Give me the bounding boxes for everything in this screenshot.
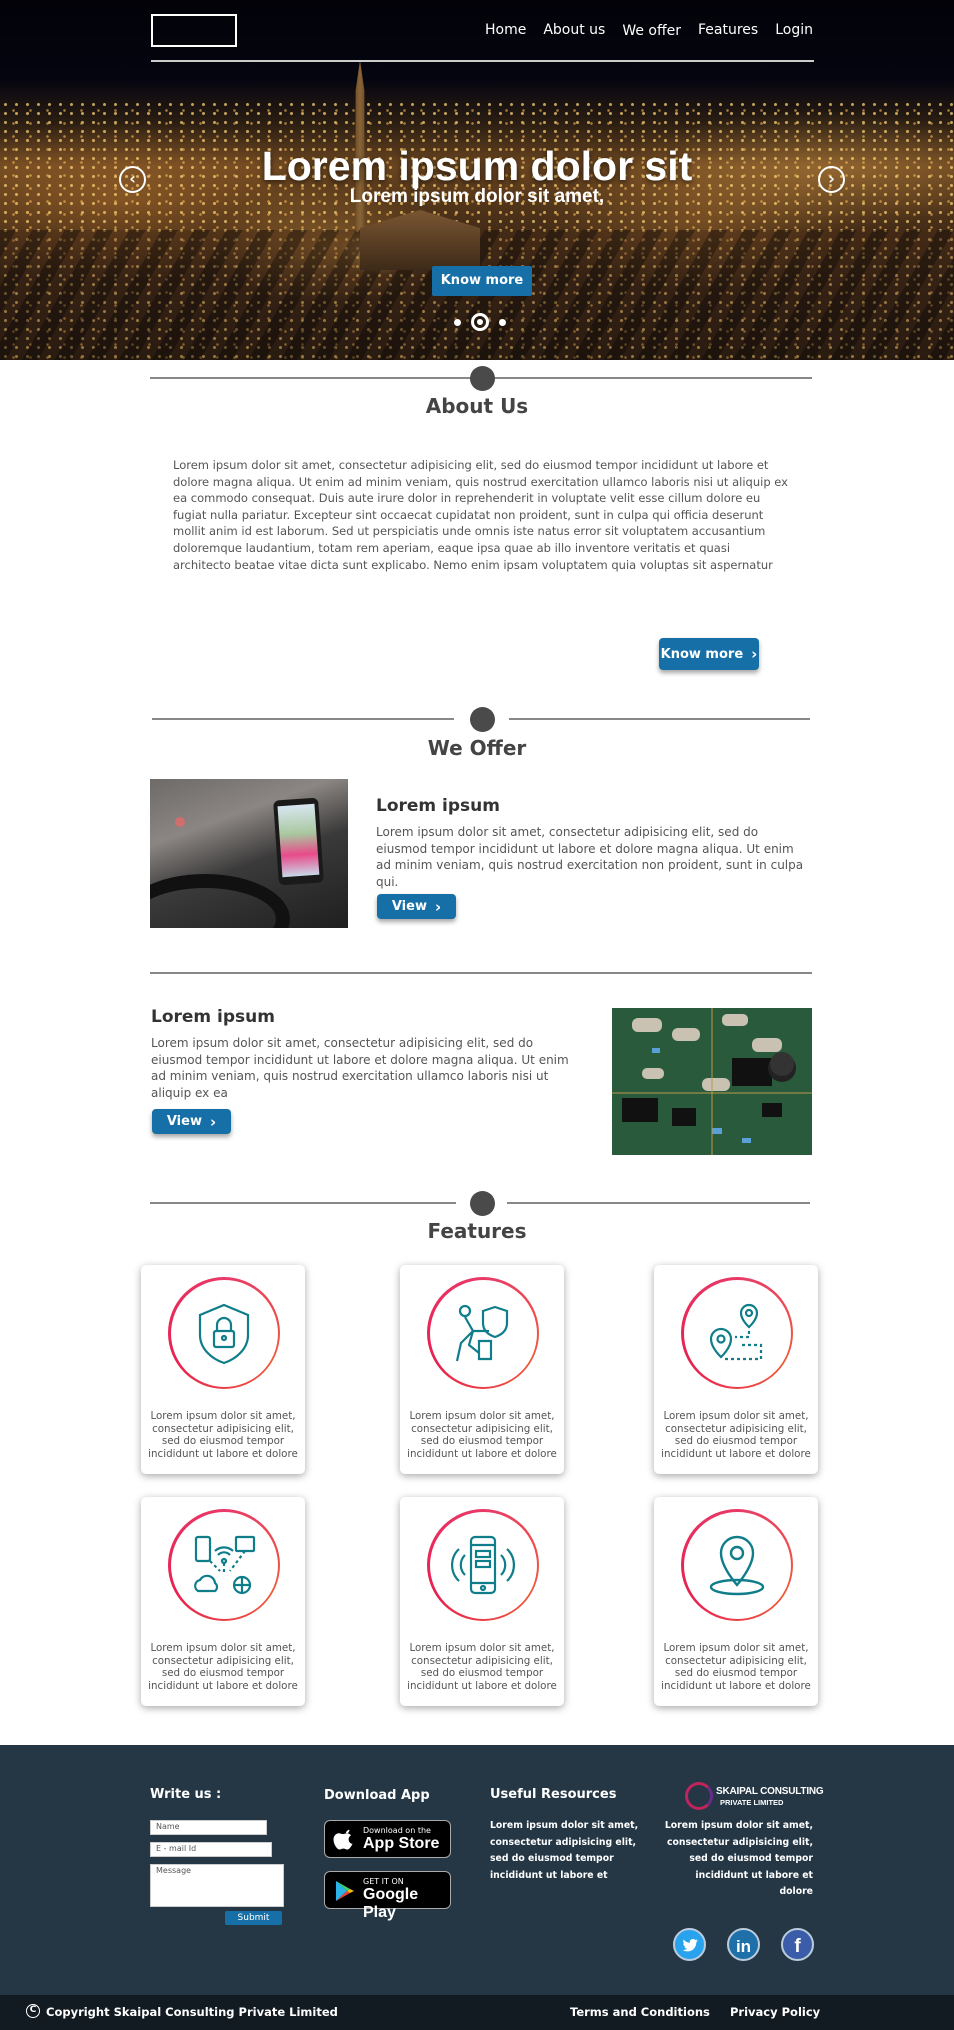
google-play-small-text: GET IT ON [363, 1877, 404, 1886]
nav-divider [151, 60, 814, 62]
steering-wheel [150, 874, 290, 928]
app-store-small-text: Download on the [363, 1826, 431, 1835]
copyright-text: Copyright Skaipal Consulting Private Lim… [46, 2005, 338, 2019]
route-pins-icon [709, 1303, 763, 1361]
about-know-more-label: Know more [660, 646, 744, 662]
twitter-icon[interactable] [673, 1928, 706, 1961]
slide-dot-1[interactable] [454, 318, 461, 326]
about-divider-dot [470, 366, 495, 391]
about-text: Lorem ipsum dolor sit amet, consectetur … [173, 458, 788, 572]
about-title: About Us [425, 394, 529, 418]
terms-link[interactable]: Terms and Conditions [570, 2005, 710, 2019]
nav-we-offer[interactable]: We offer [622, 23, 681, 39]
feature-icon-ring [168, 1509, 280, 1621]
offer-2-title: Lorem ipsum [151, 1007, 275, 1027]
nav-home[interactable]: Home [485, 22, 526, 39]
bottom-bar: C Copyright Skaipal Consulting Private L… [0, 1995, 954, 2030]
offer-title: We Offer [427, 736, 527, 760]
offer-image-circuit-board [612, 1008, 812, 1155]
google-play-icon [336, 1881, 354, 1901]
feature-text: Lorem ipsum dolor sit amet, consectetur … [148, 1410, 298, 1460]
feature-icon-ring [427, 1277, 539, 1389]
phone [273, 797, 324, 886]
feature-icon-ring [168, 1277, 280, 1389]
network-devices-icon [194, 1535, 256, 1595]
shield-lock-icon [198, 1303, 250, 1365]
slide-dot-3[interactable] [499, 318, 506, 326]
name-field[interactable]: Name [150, 1820, 267, 1835]
feature-text: Lorem ipsum dolor sit amet, consectetur … [148, 1642, 298, 1692]
chevron-right-icon: › [751, 645, 758, 663]
slider-dots [454, 313, 506, 331]
brand-logo-icon [685, 1782, 713, 1810]
hero-subtitle: Lorem ipsum dolor sit amet, [349, 186, 605, 207]
phone-signal-icon [451, 1535, 515, 1595]
feature-text: Lorem ipsum dolor sit amet, consectetur … [407, 1642, 557, 1692]
offer-1-text: Lorem ipsum dolor sit amet, consectetur … [376, 825, 804, 889]
apple-icon [333, 1829, 353, 1850]
google-play-big-text: Google Play [363, 1886, 419, 1921]
features-divider-dot [470, 1191, 495, 1216]
brand-name: SKAIPAL CONSULTING [716, 1786, 824, 1797]
offer-1-view-button[interactable]: View › [377, 894, 456, 919]
bokeh-light [175, 817, 185, 827]
offer-2-text: Lorem ipsum dolor sit amet, consectetur … [151, 1036, 569, 1100]
logo-placeholder[interactable] [151, 14, 237, 47]
phone-screen [277, 803, 320, 878]
offer-separator [150, 972, 812, 974]
hero-banner: Home About us We offer Features Login ‹ … [0, 0, 954, 360]
useful-resources-title: Useful Resources [490, 1787, 617, 1802]
feature-icon-ring [427, 1509, 539, 1621]
linkedin-icon[interactable]: in [727, 1928, 760, 1961]
feature-icon-ring [681, 1509, 793, 1621]
feature-card: Lorem ipsum dolor sit amet, consectetur … [141, 1497, 305, 1706]
features-title: Features [427, 1219, 527, 1243]
offer-1-view-label: View [391, 899, 427, 914]
copyright-icon: C [26, 2004, 40, 2018]
submit-button[interactable]: Submit [225, 1911, 282, 1925]
person-shield-icon [455, 1304, 509, 1362]
chevron-right-icon: › [434, 897, 442, 916]
facebook-icon[interactable]: f [781, 1928, 814, 1961]
feature-card: Lorem ipsum dolor sit amet, consectetur … [141, 1265, 305, 1474]
main-nav: Home About us We offer Features Login [468, 22, 813, 39]
hero-know-more-button[interactable]: Know more [432, 266, 532, 296]
hero-title: Lorem ipsum dolor sit [261, 143, 693, 189]
map-pin-icon [709, 1535, 765, 1596]
feature-card: Lorem ipsum dolor sit amet, consectetur … [400, 1497, 564, 1706]
chevron-right-icon: › [209, 1112, 217, 1131]
circuit-board-art [612, 1008, 812, 1155]
write-us-title: Write us : [150, 1787, 222, 1802]
brand-text: Lorem ipsum dolor sit amet, consectetur … [664, 1820, 813, 1897]
feature-card: Lorem ipsum dolor sit amet, consectetur … [654, 1265, 818, 1474]
slide-dot-2[interactable] [471, 313, 489, 331]
feature-card: Lorem ipsum dolor sit amet, consectetur … [654, 1497, 818, 1706]
offer-divider-dot [470, 707, 495, 732]
offer-image-car-phone [150, 779, 348, 928]
feature-text: Lorem ipsum dolor sit amet, consectetur … [661, 1410, 811, 1460]
message-field[interactable]: Message [150, 1864, 284, 1907]
feature-card: Lorem ipsum dolor sit amet, consectetur … [400, 1265, 564, 1474]
useful-resources-text: Lorem ipsum dolor sit amet, consectetur … [490, 1820, 639, 1881]
about-know-more-button[interactable]: Know more › [659, 638, 759, 670]
feature-icon-ring [681, 1277, 793, 1389]
app-store-badge[interactable]: Download on the App Store [324, 1820, 451, 1858]
download-app-title: Download App [324, 1788, 430, 1803]
nav-features[interactable]: Features [698, 22, 758, 39]
offer-2-view-label: View [166, 1114, 202, 1129]
privacy-link[interactable]: Privacy Policy [730, 2005, 820, 2019]
offer-1-title: Lorem ipsum [376, 796, 500, 816]
nav-login[interactable]: Login [775, 22, 813, 39]
feature-text: Lorem ipsum dolor sit amet, consectetur … [407, 1410, 557, 1460]
app-store-big-text: App Store [363, 1835, 440, 1852]
feature-text: Lorem ipsum dolor sit amet, consectetur … [661, 1642, 811, 1692]
brand-subname: PRIVATE LIMITED [720, 1798, 784, 1807]
google-play-badge[interactable]: GET IT ON Google Play [324, 1871, 451, 1921]
email-field[interactable]: E - mail Id [150, 1842, 272, 1857]
nav-about-us[interactable]: About us [543, 22, 605, 39]
offer-2-view-button[interactable]: View › [152, 1109, 231, 1134]
